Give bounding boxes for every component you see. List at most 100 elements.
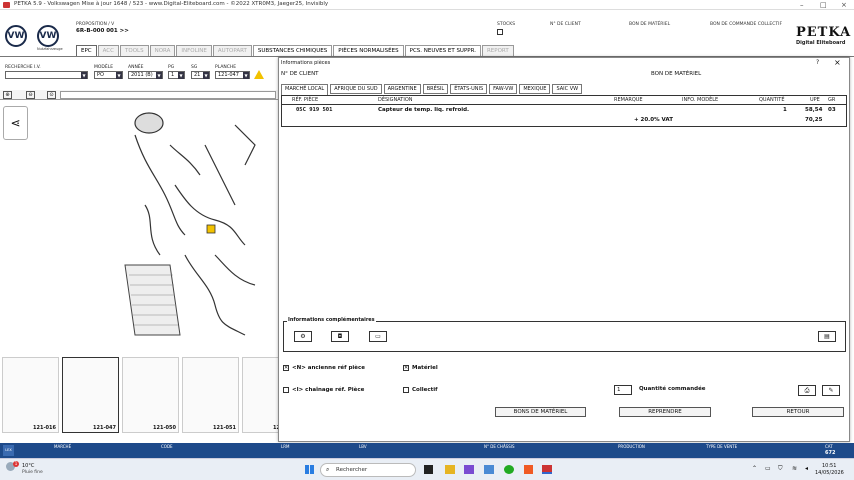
tab-epc[interactable]: EPC [76, 45, 97, 56]
cell-gr: 03 [828, 107, 836, 113]
col-designation: DÉSIGNATION [378, 97, 413, 103]
tab-afrique-du-sud[interactable]: AFRIQUE DU SUD [330, 84, 382, 94]
dialog-title: Informations pièces [281, 60, 331, 66]
petka-logo: PETKA Digital Eliteboard [796, 25, 850, 46]
thumb-121-050[interactable]: 121-050 [122, 357, 179, 433]
status-marche: MARCHÉ [54, 444, 72, 449]
vw-commercial-logo: VW [37, 25, 59, 47]
taskbar-search[interactable]: ⌕ Rechercher [320, 463, 416, 477]
table-row[interactable]: 05C 919 501 Capteur de temp. liq. refroi… [282, 105, 846, 115]
zoom-out-icon[interactable]: ⊖ [26, 91, 35, 99]
thumb-121-051[interactable]: 121-051 [182, 357, 239, 433]
pg-label: PG [168, 65, 175, 70]
petka-taskbar-icon[interactable] [542, 465, 552, 474]
retour-button[interactable]: RETOUR [752, 407, 844, 417]
parts-diagram[interactable] [115, 105, 275, 345]
thumb-label: 121-051 [213, 425, 236, 431]
tab-report[interactable]: REPORT [481, 45, 514, 56]
tray-chevron-icon[interactable]: ⌃ [752, 465, 757, 472]
file-explorer-icon[interactable] [445, 465, 455, 474]
quantity-input[interactable]: 1 [614, 385, 632, 395]
annee-select[interactable]: 2011 (B) ▼ [128, 71, 163, 79]
engine-icon[interactable]: ⚙ [294, 331, 312, 342]
tab-mexique[interactable]: MEXIQUE [519, 84, 551, 94]
tray-shield-icon[interactable]: ⛉ [778, 465, 783, 473]
ancienne-ref-checkbox[interactable]: ✕ [283, 365, 289, 371]
recherche-select[interactable]: ▼ [5, 71, 88, 79]
tab-acc[interactable]: ACC [97, 45, 119, 56]
app-icon [3, 2, 10, 8]
status-production: PRODUCTION [618, 444, 645, 449]
xbox-icon[interactable] [504, 465, 514, 474]
warning-icon[interactable] [254, 70, 264, 79]
zoom-in-icon[interactable]: ⊕ [3, 91, 12, 99]
market-tabs: MARCHÉ LOCAL AFRIQUE DU SUD ARGENTINE BR… [281, 84, 584, 95]
tab-marche-local[interactable]: MARCHÉ LOCAL [281, 84, 329, 95]
camera-icon[interactable]: ◘ [331, 331, 349, 342]
reprendre-button[interactable]: REPRENDRE [619, 407, 711, 417]
tab-nora[interactable]: NORA [149, 45, 176, 56]
clock-time[interactable]: 10:51 [822, 463, 836, 469]
tray-wifi-icon[interactable]: ≋ [792, 465, 797, 472]
maximize-icon[interactable]: □ [820, 1, 827, 9]
thumb-121-047[interactable]: 121-047 [62, 357, 119, 433]
bon-label: BON DE MATÉRIEL [651, 71, 702, 77]
dialog-close-button[interactable]: × [834, 58, 841, 67]
tab-pieces-normalisees[interactable]: PIÈCES NORMALISÉES [333, 45, 404, 56]
manual-icon[interactable]: ▤ [818, 331, 836, 342]
fit-icon[interactable]: ⊙ [47, 91, 56, 99]
tab-faw-vw[interactable]: FAW-VW [489, 84, 518, 94]
chainage-label: <I> chaînage réf. Pièce [292, 387, 365, 393]
tab-substances[interactable]: SUBSTANCES CHIMIQUES [252, 45, 333, 56]
chevron-down-icon: ▼ [116, 72, 122, 79]
tab-etats-unis[interactable]: ÉTATS-UNIS [450, 84, 488, 94]
taskbar: 1 10°C Pluie fine ⌕ Rechercher ⌃ ▭ ⛉ ≋ ◂… [0, 458, 854, 480]
bon-materiel-label: BON DE MATÉRIEL [629, 22, 671, 27]
col-gr: GR [828, 97, 836, 103]
app-purple-icon[interactable] [464, 465, 474, 474]
collectif-checkbox[interactable] [403, 387, 409, 393]
close-icon[interactable]: × [841, 1, 847, 9]
clock-date[interactable]: 14/05/2026 [815, 470, 844, 476]
tab-pcs-neuves[interactable]: PCS. NEUVES ET SUPPR. [404, 45, 481, 56]
edit-icon[interactable]: ✎ [822, 385, 840, 396]
share-button[interactable]: ⋖ [3, 106, 28, 140]
modele-select[interactable]: PO ▼ [94, 71, 123, 79]
stocks-checkbox[interactable] [497, 29, 503, 35]
proposition-label: PROPOSITION / V [76, 22, 115, 27]
pg-select[interactable]: 1 ▼ [168, 71, 185, 79]
modele-label: MODÈLE [94, 65, 114, 70]
bons-materiel-button[interactable]: BONS DE MATÉRIEL [495, 407, 586, 417]
cell-upe: 58,54 [805, 107, 823, 113]
chainage-checkbox[interactable] [283, 387, 289, 393]
materiel-checkbox[interactable]: ✕ [403, 365, 409, 371]
help-button[interactable]: ? [816, 59, 819, 66]
planche-select[interactable]: 121-047 ▼ [215, 71, 250, 79]
screen-icon[interactable]: ▭ [369, 331, 387, 342]
app-gallery-icon[interactable] [484, 465, 494, 474]
tab-argentine[interactable]: ARGENTINE [383, 84, 421, 94]
brave-icon[interactable] [524, 465, 533, 474]
client-label: N° DE CLIENT [281, 71, 319, 77]
windows-start-icon[interactable] [305, 465, 314, 474]
tab-bresil[interactable]: BRÉSIL [422, 84, 449, 94]
proposition-value[interactable]: 6R-B-000 001 >> [76, 28, 129, 34]
sg-select[interactable]: 21 ▼ [191, 71, 210, 79]
tab-saic-vw[interactable]: SAIC VW [552, 84, 583, 94]
search-icon: ⌕ [326, 466, 330, 473]
thumb-121-016[interactable]: 121-016 [2, 357, 59, 433]
tab-autopart[interactable]: AUTOPART [212, 45, 252, 56]
chevron-down-icon: ▼ [156, 72, 162, 79]
vat-value: 70,25 [805, 117, 823, 123]
minimize-icon[interactable]: – [800, 1, 804, 9]
pg-value: 1 [171, 72, 175, 78]
tab-tools[interactable]: TOOLS [120, 45, 149, 56]
task-view-icon[interactable] [424, 465, 433, 474]
annee-value: 2011 (B) [131, 72, 153, 78]
zoom-slider[interactable] [60, 91, 276, 99]
tab-infoline[interactable]: INFOLINE [176, 45, 212, 56]
print-icon[interactable]: ⎙ [798, 385, 816, 396]
tray-volume-icon[interactable]: ◂ [805, 465, 808, 472]
tray-network-icon[interactable]: ▭ [765, 465, 771, 472]
annee-label: ANNÉE [128, 65, 144, 70]
